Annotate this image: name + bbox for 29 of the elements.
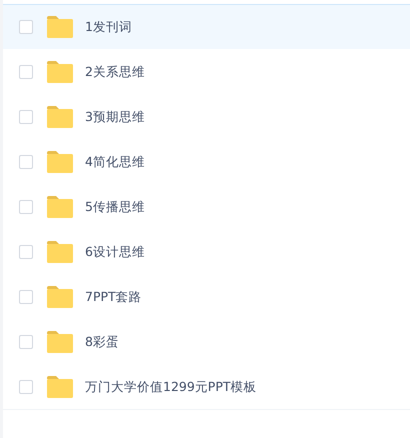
folder-icon [47, 331, 73, 353]
checkbox[interactable] [19, 245, 33, 259]
folder-name: 5传播思维 [85, 198, 145, 216]
checkbox[interactable] [19, 65, 33, 79]
checkbox[interactable] [19, 380, 33, 394]
file-row[interactable]: 万门大学价值1299元PPT模板 [3, 364, 410, 410]
file-row[interactable]: 1发刊词 [3, 4, 410, 50]
folder-icon [47, 241, 73, 263]
folder-name: 6设计思维 [85, 244, 145, 260]
folder-icon [47, 376, 73, 398]
folder-icon [47, 106, 73, 128]
folder-name: 8彩蛋 [85, 334, 119, 350]
folder-icon [47, 286, 73, 308]
folder-name: 3预期思维 [85, 108, 145, 126]
folder-icon [47, 151, 73, 173]
checkbox[interactable] [19, 110, 33, 124]
folder-icon [47, 196, 73, 218]
folder-name: 7PPT套路 [85, 288, 142, 306]
folder-name: 万门大学价值1299元PPT模板 [85, 378, 257, 396]
folder-icon [47, 61, 73, 83]
folder-name: 1发刊词 [85, 18, 132, 36]
folder-icon [47, 16, 73, 38]
folder-name: 4简化思维 [85, 154, 145, 170]
checkbox[interactable] [19, 200, 33, 214]
checkbox[interactable] [19, 335, 33, 349]
checkbox[interactable] [19, 290, 33, 304]
folder-name: 2关系思维 [85, 64, 145, 80]
checkbox[interactable] [19, 155, 33, 169]
checkbox[interactable] [19, 20, 33, 34]
